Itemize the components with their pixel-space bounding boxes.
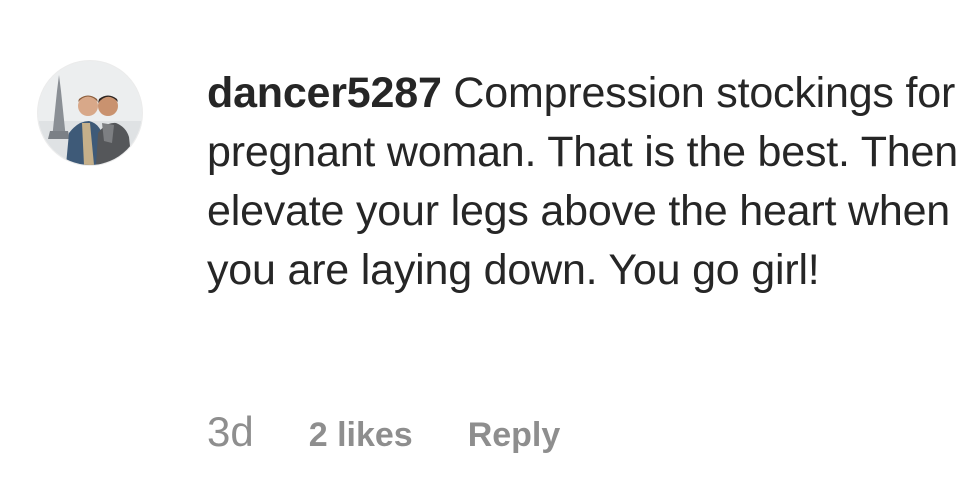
comment-actions: 3d 2 likes Reply [207, 408, 615, 456]
likes-count-link[interactable]: 2 likes [309, 416, 413, 455]
comment-timestamp[interactable]: 3d [207, 408, 254, 456]
comment-body: dancer5287 Compression stockings for pre… [207, 64, 967, 300]
comment: dancer5287 Compression stockings for pre… [0, 0, 980, 492]
user-avatar-photo-icon[interactable] [38, 61, 142, 165]
reply-button[interactable]: Reply [468, 416, 561, 455]
username-link[interactable]: dancer5287 [207, 69, 442, 117]
